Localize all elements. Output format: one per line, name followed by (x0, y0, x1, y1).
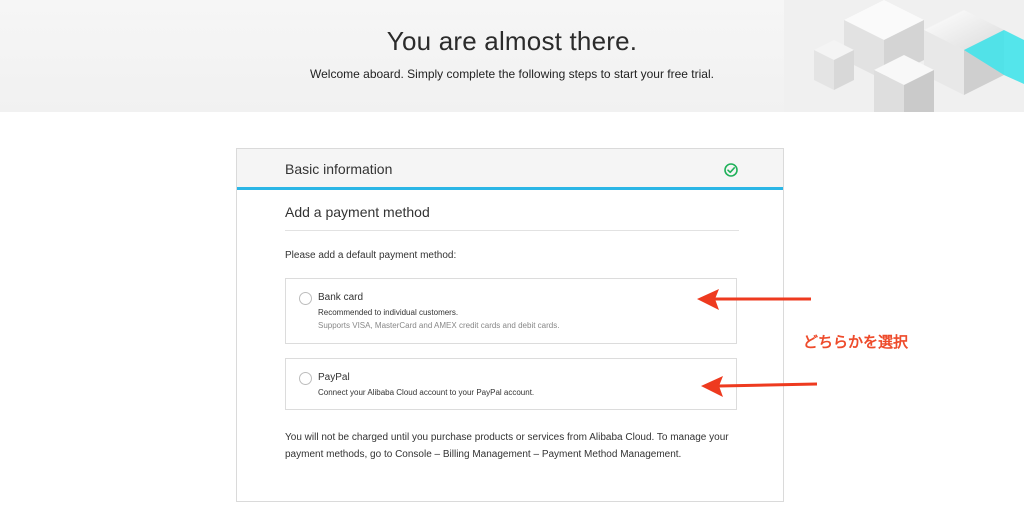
radio-button[interactable] (299, 372, 312, 385)
check-circle-icon (724, 163, 738, 177)
option-label: PayPal (318, 372, 350, 383)
option-description: Recommended to individual customers. (318, 308, 459, 317)
signup-steps-card: Basic information Add a payment method P… (236, 148, 784, 502)
divider (285, 230, 739, 231)
option-description: Connect your Alibaba Cloud account to yo… (318, 388, 535, 397)
page-subtitle: Welcome aboard. Simply complete the foll… (310, 67, 714, 81)
radio-button[interactable] (299, 292, 312, 305)
red-arrow-annotation-icon (701, 376, 818, 397)
section-title: Add a payment method (285, 204, 430, 220)
billing-notice: You will not be charged until you purcha… (285, 432, 729, 460)
step-basic-information-header[interactable]: Basic information (237, 149, 783, 190)
red-arrow-annotation-icon (697, 289, 811, 310)
payment-method-prompt: Please add a default payment method: (285, 250, 457, 261)
option-label: Bank card (318, 292, 364, 303)
payment-option-bank-card[interactable]: Bank card Recommended to individual cust… (285, 278, 737, 344)
page-title: You are almost there. (386, 26, 638, 56)
option-note: Supports VISA, MasterCard and AMEX credi… (318, 321, 560, 330)
step-title: Basic information (285, 161, 393, 177)
hero-banner: You are almost there. Welcome aboard. Si… (0, 0, 1024, 112)
payment-option-paypal[interactable]: PayPal Connect your Alibaba Cloud accoun… (285, 358, 737, 410)
annotation-label: どちらかを選択 (803, 333, 909, 351)
